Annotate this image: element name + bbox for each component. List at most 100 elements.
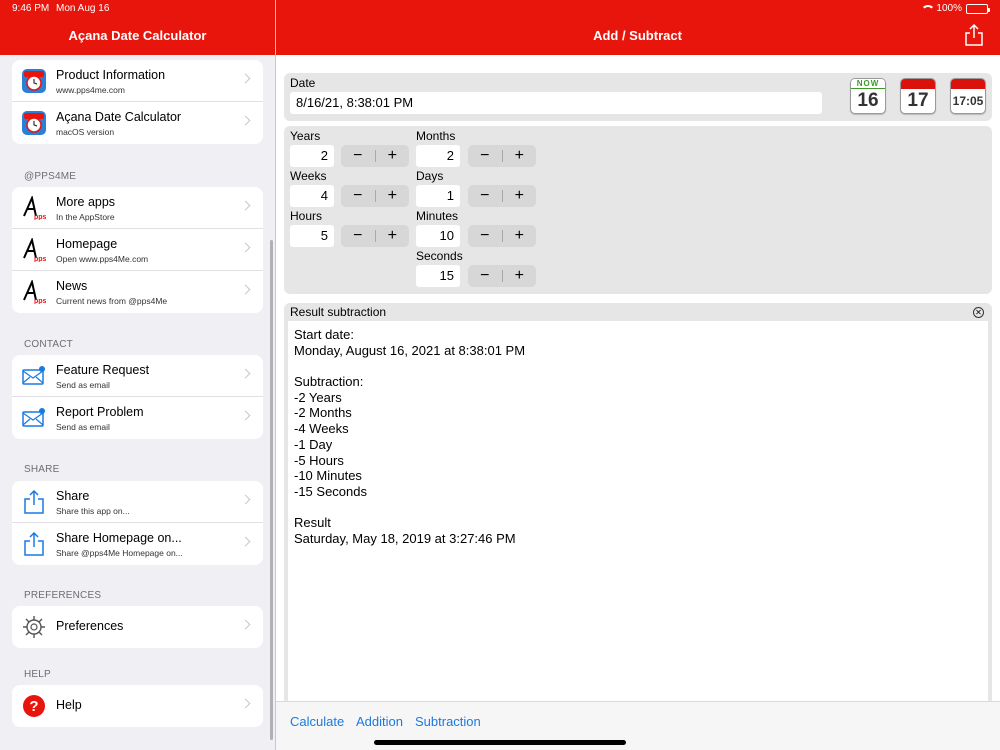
result-line: Start date: [294,327,354,342]
section-header: PREFERENCES [24,590,102,601]
svg-text:pps: pps [34,256,46,262]
minutes-minus-button[interactable]: − [468,225,502,247]
result-line [294,500,982,516]
sidebar-item-subtitle: Send as email [56,380,110,390]
result-line: -15 Seconds [294,483,367,499]
subtraction-button[interactable]: Subtraction [415,714,481,729]
sidebar-item-more-apps[interactable]: pps More apps In the AppStore [12,187,263,229]
seconds-minus-button[interactable]: − [468,265,502,287]
days-plus-button[interactable]: + [502,185,536,207]
seconds-plus-button[interactable]: + [502,265,536,287]
minutes-plus-button[interactable]: + [502,225,536,247]
days-field[interactable]: 1 [416,185,460,207]
result-line: -2 Months [294,405,352,421]
mail-icon [22,366,45,385]
sidebar: Product Information www.pps4me.com Açana… [0,55,275,750]
result-title: Result subtraction [290,305,387,319]
now-day: 16 [857,90,879,111]
chevron-right-icon [240,115,251,126]
years-minus-button[interactable]: − [341,145,375,167]
result-line: Monday, August 16, 2021 at 8:38:01 PM [294,342,526,358]
now-calendar-button[interactable]: NOW 16 [850,78,886,114]
sidebar-item-subtitle: Share @pps4Me Homepage on... [56,548,183,558]
sidebar-item-title: Preferences [56,619,124,633]
hours-plus-button[interactable]: + [375,225,409,247]
calendar-button[interactable]: 17 [900,78,936,114]
weeks-minus-button[interactable]: − [341,185,375,207]
months-field[interactable]: 2 [416,145,460,167]
chevron-right-icon [240,494,251,505]
result-line: Result [294,515,331,531]
time-button[interactable]: 17:05 [950,78,986,114]
hours-label: Hours [290,209,323,223]
seconds-stepper: − + [468,265,536,287]
days-label: Days [416,169,444,183]
pps-logo-icon: pps [23,196,46,220]
sidebar-scrollbar[interactable] [270,240,273,740]
sidebar-item-help[interactable]: ? Help [12,685,263,727]
years-plus-button[interactable]: + [375,145,409,167]
battery-icon [966,3,990,14]
months-minus-button[interactable]: − [468,145,502,167]
pps-logo-icon: pps [23,238,46,262]
share-icon[interactable] [964,24,984,46]
sidebar-item-title: Açana Date Calculator [56,110,182,124]
minutes-field[interactable]: 10 [416,225,460,247]
sidebar-item-news[interactable]: pps News Current news from @pps4Me [12,271,263,313]
date-field[interactable]: 8/16/21, 8:38:01 PM [290,92,822,114]
date-label: Date [290,76,316,90]
months-stepper: − + [468,145,536,167]
sidebar-item-subtitle: In the AppStore [56,212,115,222]
sidebar-item-feature-request[interactable]: Feature Request Send as email [12,355,263,397]
result-line: Saturday, May 18, 2019 at 3:27:46 PM [294,530,516,546]
section-header: HELP [24,669,51,680]
status-date: Mon Aug 16 [56,3,110,14]
weeks-field[interactable]: 4 [290,185,334,207]
seconds-field[interactable]: 15 [416,265,460,287]
calendar-band [901,79,935,89]
navigation-bar: 9:46 PM Mon Aug 16 100% Açana Date Calcu… [0,0,1000,55]
result-text: Start date: Monday, August 16, 2021 at 8… [288,321,988,705]
sidebar-item-subtitle: www.pps4me.com [56,85,125,95]
result-line: -4 Weeks [294,421,349,437]
svg-text:?: ? [29,698,38,715]
sidebar-item-title: Share [56,489,90,503]
sidebar-item-title: Homepage [56,237,118,251]
sidebar-item-report-problem[interactable]: Report Problem Send as email [12,397,263,439]
months-plus-button[interactable]: + [502,145,536,167]
sidebar-item-subtitle: Share this app on... [56,506,130,516]
addition-button[interactable]: Addition [356,714,403,729]
result-line: -1 Day [294,436,333,452]
days-minus-button[interactable]: − [468,185,502,207]
sidebar-item-preferences[interactable]: Preferences [12,606,263,648]
result-panel: Result subtraction ✕ Start date: Monday,… [284,303,992,705]
help-icon: ? [23,695,45,717]
close-icon[interactable]: ✕ [973,307,984,318]
sidebar-item-homepage[interactable]: pps Homepage Open www.pps4Me.com [12,229,263,271]
svg-text:pps: pps [34,214,46,220]
svg-text:pps: pps [34,298,46,304]
time-band [951,79,985,89]
months-label: Months [416,129,456,143]
calculate-button[interactable]: Calculate [290,714,344,729]
sidebar-item-product-information[interactable]: Product Information www.pps4me.com [12,60,263,102]
years-label: Years [290,129,321,143]
minutes-label: Minutes [416,209,459,223]
weeks-plus-button[interactable]: + [375,185,409,207]
sidebar-item-share-homepage[interactable]: Share Homepage on... Share @pps4Me Homep… [12,523,263,565]
hours-field[interactable]: 5 [290,225,334,247]
sidebar-item-macos-version[interactable]: Açana Date Calculator macOS version [12,102,263,144]
chevron-right-icon [240,698,251,709]
minutes-stepper: − + [468,225,536,247]
sidebar-item-share[interactable]: Share Share this app on... [12,481,263,523]
pps-logo-icon: pps [23,280,46,304]
wifi-icon [920,4,936,13]
home-indicator[interactable] [374,740,626,745]
hours-minus-button[interactable]: − [341,225,375,247]
years-field[interactable]: 2 [290,145,334,167]
chevron-right-icon [240,242,251,253]
result-line [294,358,982,374]
sidebar-item-title: Help [56,698,82,712]
chevron-right-icon [240,368,251,379]
sidebar-item-title: Report Problem [56,405,144,419]
